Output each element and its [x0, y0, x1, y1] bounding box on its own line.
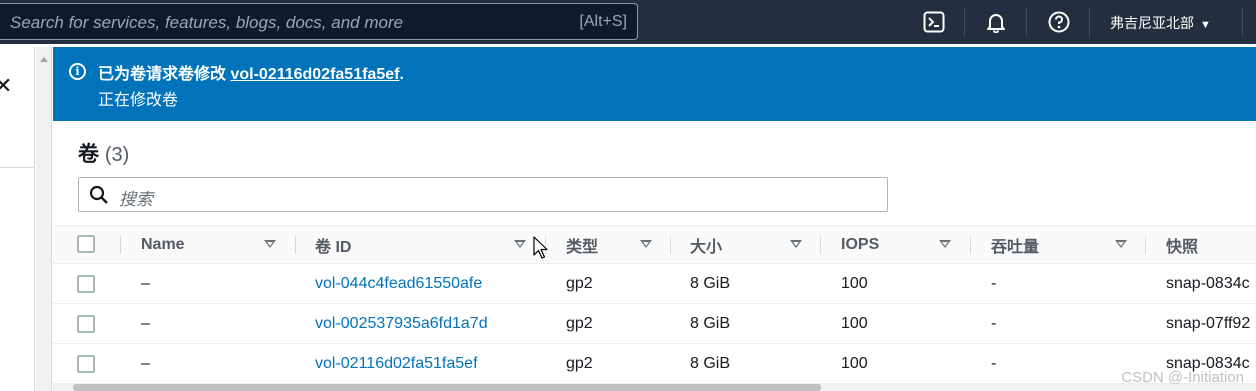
column-header-iops[interactable]: IOPS	[841, 226, 879, 263]
scroll-up-arrow-icon[interactable]	[40, 57, 48, 62]
sort-icon[interactable]	[514, 240, 526, 248]
column-header-snapshot[interactable]: 快照	[1166, 226, 1198, 263]
global-search-input[interactable]: Search for services, features, blogs, do…	[0, 3, 638, 40]
vertical-scrollbar[interactable]	[36, 47, 52, 391]
info-icon: i	[69, 63, 86, 80]
column-header-type[interactable]: 类型	[566, 226, 598, 263]
row-checkbox[interactable]	[77, 315, 95, 333]
nav-divider	[1089, 7, 1090, 37]
close-icon[interactable]: ✕	[0, 73, 12, 99]
cell-size: 8 GiB	[690, 315, 731, 332]
column-divider	[120, 236, 121, 254]
sort-icon[interactable]	[264, 240, 276, 248]
volume-id-link[interactable]: vol-02116d02fa51fa5ef	[315, 344, 478, 384]
sort-icon[interactable]	[939, 240, 951, 248]
cell-throughput: -	[991, 275, 997, 292]
column-divider[interactable]	[820, 236, 821, 254]
flash-notification: i 已为卷请求卷修改 vol-02116d02fa51fa5ef. 正在修改卷	[53, 47, 1256, 121]
global-search-placeholder: Search for services, features, blogs, do…	[10, 13, 404, 32]
help-icon[interactable]	[1048, 11, 1070, 33]
volume-id-link[interactable]: vol-002537935a6fd1a7d	[315, 304, 488, 344]
top-navigation-bar: Search for services, features, blogs, do…	[0, 0, 1256, 44]
search-icon	[89, 185, 108, 204]
cell-throughput: -	[991, 315, 997, 332]
nav-divider	[1026, 7, 1027, 37]
table-header: Name 卷 ID 类型 大小 IOPS 吞吐量 快照	[53, 225, 1256, 264]
cell-type: gp2	[566, 315, 593, 332]
flash-subtitle: 正在修改卷	[98, 92, 179, 109]
flash-volume-link[interactable]: vol-02116d02fa51fa5ef	[230, 66, 399, 83]
cell-type: gp2	[566, 275, 593, 292]
row-checkbox[interactable]	[77, 355, 95, 373]
volume-id-link[interactable]: vol-044c4fead61550afe	[315, 264, 482, 304]
column-header-volume-id[interactable]: 卷 ID	[315, 226, 351, 263]
bell-icon[interactable]	[985, 11, 1007, 33]
cloudshell-icon[interactable]	[923, 11, 945, 33]
column-divider[interactable]	[670, 236, 671, 254]
volumes-count: (3)	[104, 144, 130, 166]
cell-iops: 100	[841, 275, 868, 292]
mouse-cursor-icon	[533, 236, 548, 259]
cell-iops: 100	[841, 355, 868, 372]
region-label: 弗吉尼亚北部	[1110, 15, 1194, 31]
column-divider[interactable]	[970, 236, 971, 254]
nav-divider	[964, 7, 965, 37]
flash-title-text: 已为卷请求卷修改	[98, 66, 231, 83]
horizontal-scrollbar[interactable]	[53, 384, 1256, 391]
cell-size: 8 GiB	[690, 275, 731, 292]
volume-search-input[interactable]: 搜索	[78, 177, 888, 212]
column-header-throughput[interactable]: 吞吐量	[991, 226, 1039, 263]
sort-icon[interactable]	[640, 240, 652, 248]
column-header-size[interactable]: 大小	[690, 226, 722, 263]
cell-iops: 100	[841, 315, 868, 332]
page-title: 卷 (3)	[78, 138, 129, 168]
search-shortcut-hint: [Alt+S]	[579, 13, 627, 30]
side-panel: ✕	[0, 47, 35, 391]
select-all-checkbox[interactable]	[77, 235, 95, 253]
region-selector[interactable]: 弗吉尼亚北部 ▼	[1110, 13, 1211, 33]
volume-search-placeholder: 搜索	[119, 190, 153, 209]
column-header-name[interactable]: Name	[141, 226, 185, 263]
row-checkbox[interactable]	[77, 275, 95, 293]
table-row[interactable]: – vol-044c4fead61550afe gp2 8 GiB 100 - …	[53, 264, 1256, 304]
caret-down-icon: ▼	[1200, 19, 1211, 31]
nav-divider	[1242, 7, 1243, 37]
side-panel-divider	[0, 167, 35, 168]
flash-title: 已为卷请求卷修改 vol-02116d02fa51fa5ef.	[98, 60, 404, 84]
table-row[interactable]: – vol-002537935a6fd1a7d gp2 8 GiB 100 - …	[53, 304, 1256, 344]
volumes-container: 卷 (3) 搜索 Name 卷 ID 类型 大小 IOPS 吞吐量 快照 – v…	[53, 121, 1256, 391]
cell-name: –	[141, 355, 150, 372]
cell-throughput: -	[991, 355, 997, 372]
cell-name: –	[141, 315, 150, 332]
column-divider[interactable]	[295, 236, 296, 254]
cell-type: gp2	[566, 355, 593, 372]
cell-snapshot: snap-07ff92	[1166, 315, 1251, 332]
volumes-heading: 卷	[78, 143, 99, 166]
cell-snapshot: snap-0834c	[1166, 275, 1250, 292]
sort-icon[interactable]	[1115, 240, 1127, 248]
table-row[interactable]: – vol-02116d02fa51fa5ef gp2 8 GiB 100 - …	[53, 344, 1256, 384]
cell-name: –	[141, 275, 150, 292]
horizontal-scrollbar-thumb[interactable]	[73, 384, 821, 391]
column-divider[interactable]	[1145, 236, 1146, 254]
sort-icon[interactable]	[790, 240, 802, 248]
cell-size: 8 GiB	[690, 355, 731, 372]
flash-title-period: .	[399, 66, 404, 83]
watermark: CSDN @-Initiation	[1121, 369, 1244, 386]
